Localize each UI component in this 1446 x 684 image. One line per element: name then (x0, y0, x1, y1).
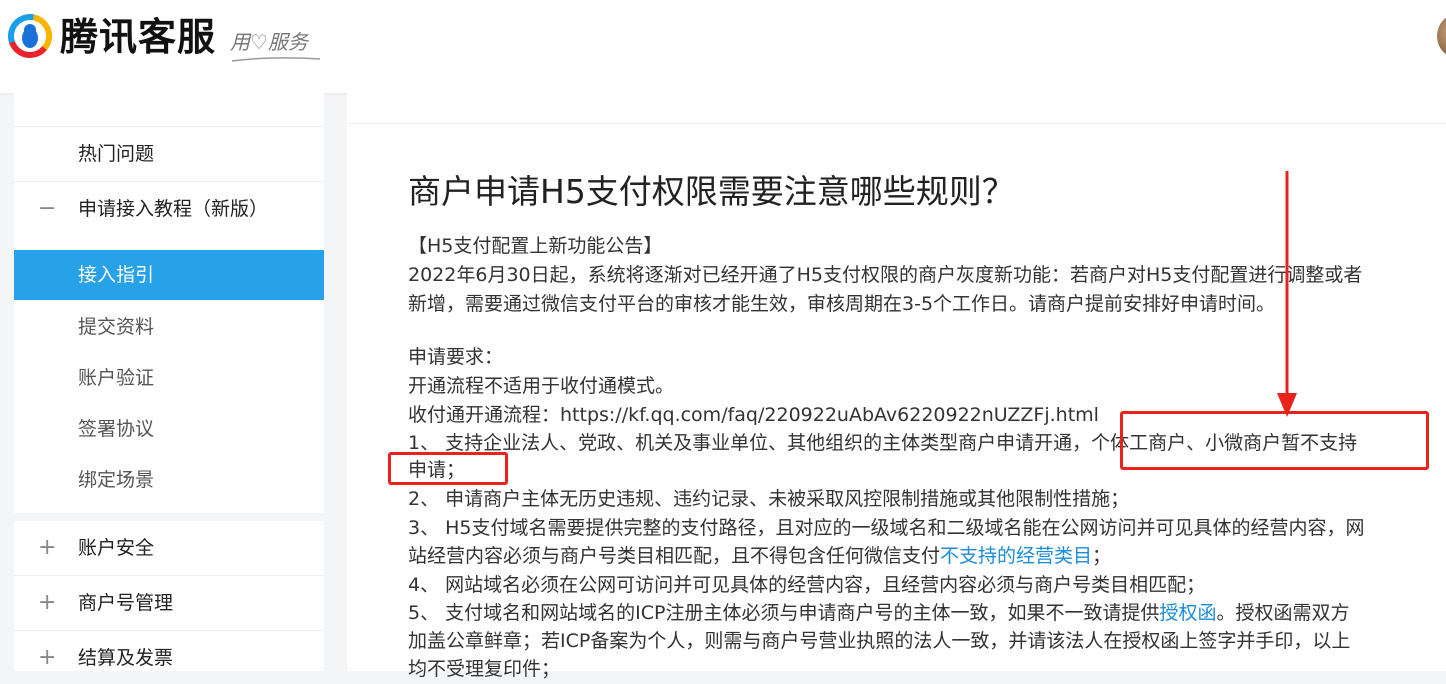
sidebar-subitem-sign-agreement[interactable]: 签署协议 (14, 404, 324, 454)
requirement-item-3-cont: 站经营内容必须与商户号类目相匹配，且不得包含任何微信支付不支持的经营类目； (408, 542, 1111, 571)
requirement-item-5-cont: 均不受理复印件； (408, 658, 561, 680)
notice-line: 2022年6月30日起，系统将逐渐对已经开通了H5支付权限的商户灰度新功能：若商… (408, 264, 1363, 286)
divider (14, 181, 324, 182)
red-arrow-icon (1277, 171, 1297, 417)
sidebar-subitem-bind-scene[interactable]: 绑定场景 (14, 455, 324, 505)
plus-icon: + (38, 535, 57, 560)
requirement-line: 开通流程不适用于收付通模式。 (408, 375, 675, 397)
notice-title: 【H5支付配置上新功能公告】 (408, 235, 663, 257)
article-panel: 商户申请H5支付权限需要注意哪些规则？ 【H5支付配置上新功能公告】 2022年… (347, 93, 1446, 680)
requirement-line: 收付通开通流程：https://kf.qq.com/faq/220922uAbA… (408, 404, 1099, 426)
item-text: ； (1092, 545, 1112, 567)
sidebar-subitem-submit-docs[interactable]: 提交资料 (14, 302, 324, 352)
sidebar-item-account-security[interactable]: + 账户安全 (14, 523, 324, 573)
sidebar-subitem-access-guide[interactable]: 接入指引 (14, 250, 324, 300)
item-text: 1、 支持企业法人、党政、机关及事业单位、其他组织的主体类型商户申请开通， (408, 432, 1092, 454)
sidebar-subitem-account-verify[interactable]: 账户验证 (14, 353, 324, 403)
divider (347, 123, 1446, 124)
requirements-title: 申请要求： (408, 346, 504, 368)
sidebar-item-label: 结算及发票 (78, 647, 174, 669)
sidebar-item-merchant-mgmt[interactable]: + 商户号管理 (14, 578, 324, 628)
page-title: 商户申请H5支付权限需要注意哪些规则？ (408, 172, 1015, 211)
authorization-letter-link[interactable]: 授权函 (1159, 602, 1216, 624)
sidebar-item-apply-tutorial[interactable]: − 申请接入教程（新版） (14, 184, 324, 234)
logo-text: 腾讯客服 (60, 15, 217, 59)
item-text: 。授权函需双方 (1216, 602, 1350, 624)
sidebar-item-hot-issues[interactable]: 热门问题 (14, 129, 324, 179)
sidebar-item-settlement[interactable]: + 结算及发票 (14, 633, 324, 683)
item-text: 站经营内容必须与商户号类目相匹配，且不得包含任何微信支付 (408, 545, 941, 567)
plus-icon: + (38, 645, 57, 670)
divider (14, 575, 324, 576)
divider (14, 126, 324, 127)
logo-slogan: 用♡服务 (230, 30, 308, 54)
penguin-logo-icon (8, 14, 52, 58)
requirement-item-4: 4、 网站域名必须在公网可访问并可见具体的经营内容，且经营内容必须与商户号类目相… (408, 574, 1206, 596)
sidebar-item-label: 账户安全 (78, 537, 155, 559)
notice-line: 新增，需要通过微信支付平台的审核才能生效，审核周期在3-5个工作日。请商户提前安… (408, 293, 1276, 315)
user-avatar[interactable] (1437, 14, 1446, 58)
sidebar-item-label: 申请接入教程（新版） (78, 198, 269, 220)
tencent-kefu-logo[interactable]: 腾讯客服 用♡服务 (8, 14, 321, 66)
item-text: 5、 支付域名和网站域名的ICP注册主体必须与申请商户号的主体一致，如果不一致请… (408, 602, 1160, 624)
sidebar-item-label: 商户号管理 (78, 592, 174, 614)
requirement-item-5-cont: 加盖公章鲜章；若ICP备案为个人，则需与商户号营业执照的法人一致，并请该法人在授… (408, 630, 1351, 652)
highlight-box (388, 452, 508, 485)
unsupported-categories-link[interactable]: 不支持的经营类目 (940, 545, 1092, 567)
top-header: 腾讯客服 用♡服务 (0, 0, 1446, 93)
left-sidebar: 热门问题 − 申请接入教程（新版） 接入指引 提交资料 账户验证 签署协议 绑定… (14, 93, 324, 671)
plus-icon: + (38, 590, 57, 615)
divider (14, 630, 324, 631)
requirement-item-5: 5、 支付域名和网站域名的ICP注册主体必须与申请商户号的主体一致，如果不一致请… (408, 599, 1350, 628)
minus-icon: − (38, 196, 57, 221)
slogan-underline (231, 57, 321, 62)
requirement-item-3: 3、 H5支付域名需要提供完整的支付路径，且对应的一级域名和二级域名能在公网访问… (408, 517, 1365, 539)
requirement-item-2: 2、 申请商户主体无历史违规、违约记录、未被采取风控限制措施或其他限制性措施； (408, 488, 1130, 510)
